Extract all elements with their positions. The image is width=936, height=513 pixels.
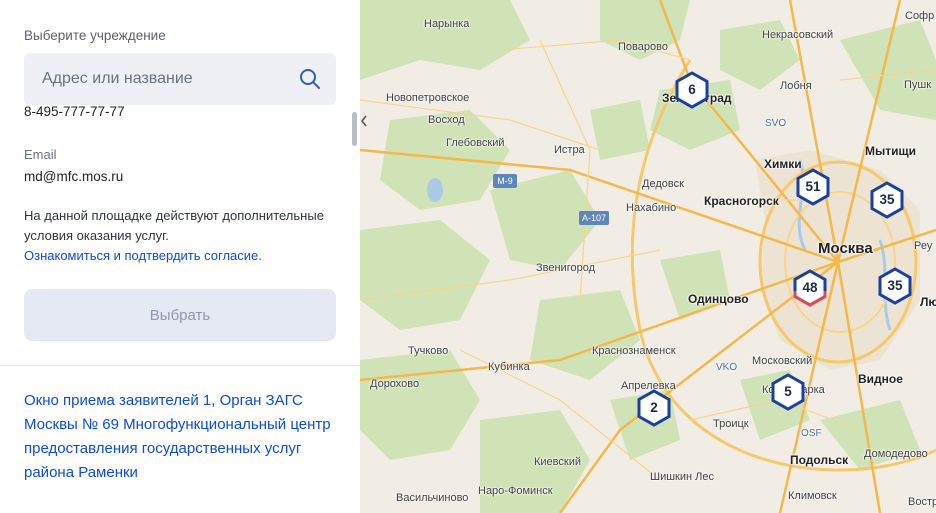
map-cluster-kommunarka[interactable]: 5 <box>771 373 805 411</box>
map-label-glebovsky: Глебовский <box>446 137 505 149</box>
map-label-klimovsk: Климовск <box>788 490 837 502</box>
terms-agree-link[interactable]: Ознакомиться и подтвердить согласие. <box>24 246 324 266</box>
map-label-troitsk: Троицк <box>713 418 749 430</box>
map-label-zvenigorod: Звенигород <box>536 262 596 274</box>
panel-title: Выберите учреждение <box>24 28 166 43</box>
map-cluster-zelenograd[interactable]: 6 <box>675 71 709 109</box>
map-label-lobnya: Лобня <box>780 80 812 92</box>
phone-number: 8-495-777-77-77 <box>24 104 125 119</box>
cluster-count: 6 <box>688 82 696 97</box>
map-label-dedovsk: Дедовск <box>642 178 684 190</box>
map-label-krasnogorsk: Красногорск <box>704 194 779 208</box>
search-box[interactable] <box>24 53 336 105</box>
map-label-domodedovo: Домодедово <box>864 448 928 460</box>
map-label-naro-fominsk: Наро-Фоминск <box>478 485 553 497</box>
map-label-odintsovo: Одинцово <box>688 292 749 306</box>
cluster-count: 51 <box>805 179 821 194</box>
map-label-pushk: Пушк <box>904 79 932 91</box>
map-label-povarovo: Поварово <box>618 41 668 53</box>
map-label-narynka: Нарынка <box>424 18 470 30</box>
select-button[interactable]: Выбрать <box>24 289 336 341</box>
map-label-moskovsky: Московский <box>752 355 813 367</box>
search-icon[interactable] <box>298 67 322 91</box>
map-label-istra: Истра <box>554 144 585 156</box>
cluster-count: 5 <box>784 384 792 399</box>
cluster-count: 2 <box>650 400 658 415</box>
panel-collapse-handle[interactable] <box>360 114 368 128</box>
map-cluster-center-selected[interactable]: 48 <box>793 269 827 307</box>
email-label: Email <box>24 147 57 162</box>
map-cluster-khimki[interactable]: 51 <box>796 168 830 206</box>
cluster-count: 48 <box>802 280 818 295</box>
panel-scrollbar[interactable] <box>352 112 357 146</box>
map-label-tuchkovo: Тучково <box>408 345 449 357</box>
map-label-reu: Реу <box>914 240 933 252</box>
map-label-sofr: Софр <box>905 10 935 22</box>
map[interactable]: Нарынка Поварово Некрасовский Софр Новоп… <box>360 0 936 513</box>
road-shield-m9: М-9 <box>493 174 517 188</box>
map-label-voskhod: Восход <box>428 114 465 126</box>
map-label-dorokhovo: Дорохово <box>370 378 420 390</box>
map-label-krasnoznamensk: Краснознаменск <box>592 345 676 357</box>
map-label-kievsky: Киевский <box>534 456 581 468</box>
email-value: md@mfc.mos.ru <box>24 169 124 184</box>
map-label-svo: SVO <box>765 118 787 129</box>
map-label-podolsk: Подольск <box>790 453 849 467</box>
map-label-vasilchinovo: Васильчиново <box>396 492 469 504</box>
institution-panel: Выберите учреждение 8-495-777-77-77 Emai… <box>0 0 360 513</box>
map-label-mytishchi: Мытищи <box>865 144 916 158</box>
map-cluster-east[interactable]: 35 <box>878 267 912 305</box>
map-label-nakhabino: Нахабино <box>626 202 677 214</box>
divider <box>0 365 360 366</box>
terms-notice: На данной площадке действуют дополнитель… <box>24 206 324 266</box>
map-label-kubinka: Кубинка <box>488 361 530 373</box>
search-input[interactable] <box>42 53 292 105</box>
office-list-item[interactable]: Окно приема заявителей 1, Орган ЗАГС Мос… <box>24 389 334 485</box>
cluster-count: 35 <box>887 278 903 293</box>
map-label-lyu: Лю <box>920 295 936 309</box>
map-cluster-aprelevka[interactable]: 2 <box>637 389 671 427</box>
map-label-vidnoe: Видное <box>858 372 903 386</box>
map-label-osf: OSF <box>801 428 822 439</box>
road-shield-a107: А-107 <box>579 211 609 225</box>
cluster-count: 35 <box>879 192 895 207</box>
terms-notice-text: На данной площадке действуют дополнитель… <box>24 208 324 243</box>
map-label-moskva: Москва <box>818 240 873 257</box>
map-label-novopetrovskoe: Новопетровское <box>386 92 470 104</box>
map-label-nekrasovsky: Некрасовский <box>762 29 834 41</box>
map-label-vko: VKO <box>716 362 738 373</box>
map-label-shishkin-les: Шишкин Лес <box>650 471 714 483</box>
map-label-vostr: Востр <box>908 496 936 508</box>
map-cluster-mytishchi[interactable]: 35 <box>870 181 904 219</box>
